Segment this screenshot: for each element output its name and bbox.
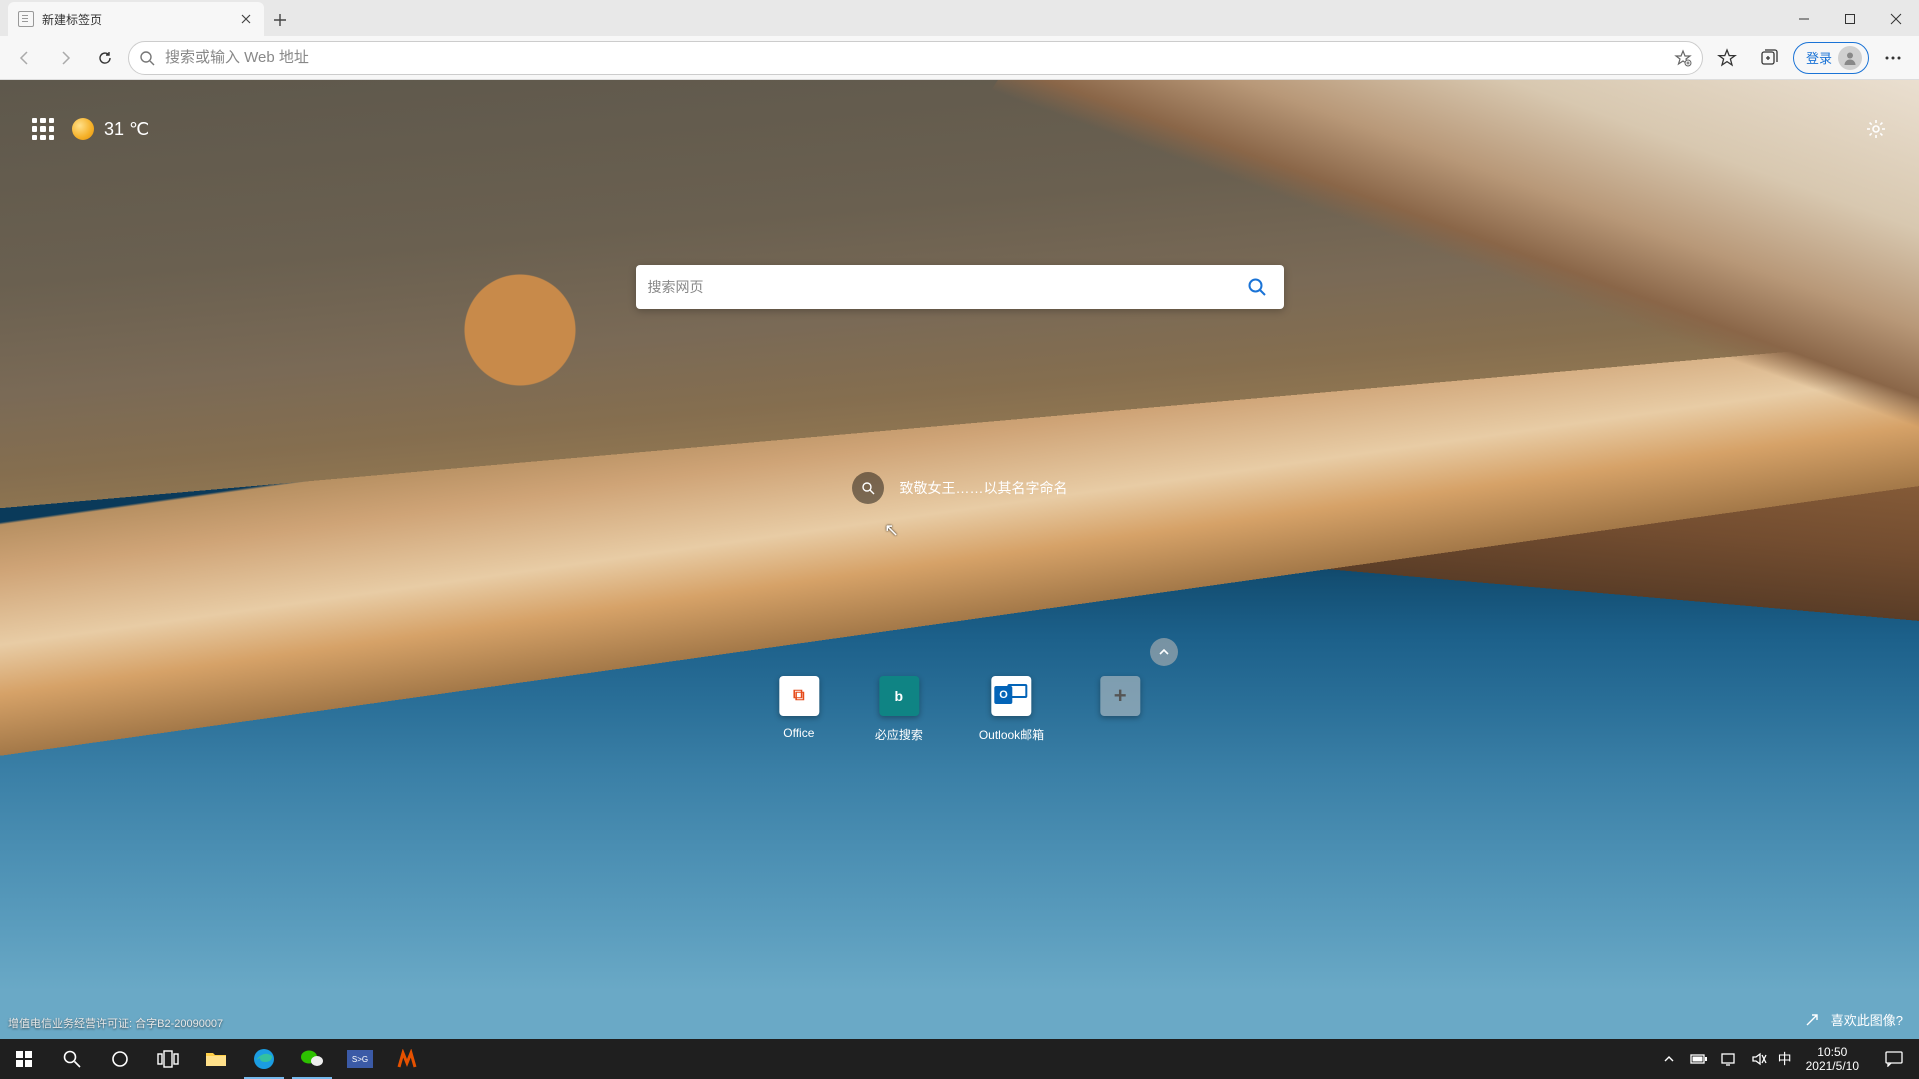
tile-label: Outlook邮箱 — [979, 726, 1044, 743]
new-tab-button[interactable] — [264, 4, 296, 36]
window-maximize-button[interactable] — [1827, 2, 1873, 36]
expand-icon — [1805, 1013, 1819, 1027]
window-minimize-button[interactable] — [1781, 2, 1827, 36]
windows-taskbar: S>G 中 10:50 2021/5/10 — [0, 1039, 1919, 1079]
nav-forward-button[interactable] — [48, 41, 82, 75]
app-launcher-button[interactable] — [32, 118, 54, 140]
tile-label — [1119, 726, 1122, 740]
like-image-label: 喜欢此图像? — [1831, 1010, 1903, 1029]
plus-icon: + — [1100, 676, 1140, 716]
window-close-button[interactable] — [1873, 2, 1919, 36]
add-favorite-icon[interactable] — [1674, 49, 1692, 67]
taskbar-app-wechat[interactable] — [288, 1039, 336, 1079]
avatar-icon — [1838, 46, 1862, 70]
search-icon — [139, 50, 155, 66]
license-text: 增值电信业务经营许可证: 合字B2-20090007 — [8, 1015, 223, 1031]
ntp-search-box[interactable] — [636, 265, 1284, 309]
tile-add[interactable]: + — [1100, 676, 1140, 743]
browser-tab[interactable]: 新建标签页 — [8, 2, 264, 36]
tab-title: 新建标签页 — [42, 11, 230, 28]
more-menu-button[interactable] — [1875, 40, 1911, 76]
favorites-button[interactable] — [1709, 40, 1745, 76]
taskbar-app-snip[interactable]: S>G — [336, 1039, 384, 1079]
ntp-search-submit-icon[interactable] — [1242, 272, 1272, 302]
sign-in-button[interactable]: 登录 — [1793, 42, 1869, 74]
taskbar-search-button[interactable] — [48, 1039, 96, 1079]
taskbar-app-file-explorer[interactable] — [192, 1039, 240, 1079]
weather-temperature: 31 ℃ — [104, 119, 149, 140]
battery-icon[interactable] — [1688, 1053, 1710, 1065]
quick-links: ⧉ Office b 必应搜索 O Outlook邮箱 + — [779, 676, 1140, 743]
page-settings-button[interactable] — [1865, 118, 1887, 140]
task-view-button[interactable] — [144, 1039, 192, 1079]
cortana-button[interactable] — [96, 1039, 144, 1079]
browser-toolbar: 登录 — [0, 36, 1919, 80]
address-input[interactable] — [165, 49, 1664, 66]
clock-date: 2021/5/10 — [1806, 1059, 1859, 1073]
taskbar-app-edge[interactable] — [240, 1039, 288, 1079]
collapse-tiles-button[interactable] — [1150, 638, 1178, 666]
network-icon[interactable] — [1718, 1052, 1740, 1066]
ime-indicator[interactable]: 中 — [1778, 1049, 1792, 1069]
start-button[interactable] — [0, 1039, 48, 1079]
tab-favicon — [18, 11, 34, 27]
system-tray: 中 10:50 2021/5/10 — [1658, 1039, 1919, 1079]
weather-widget[interactable]: 31 ℃ — [72, 118, 149, 140]
tab-close-button[interactable] — [238, 11, 254, 27]
clock-time: 10:50 — [1806, 1045, 1859, 1059]
tile-label: 必应搜索 — [875, 726, 923, 743]
tile-outlook[interactable]: O Outlook邮箱 — [979, 676, 1044, 743]
tile-office[interactable]: ⧉ Office — [779, 676, 819, 743]
new-tab-page: 31 ℃ 致敬女王……以其名字命名 ↖ ⧉ Office b 必应搜索 — [0, 80, 1919, 1039]
bing-icon: b — [879, 676, 919, 716]
ntp-search-input[interactable] — [648, 279, 1242, 295]
nav-refresh-button[interactable] — [88, 41, 122, 75]
taskbar-app-wps[interactable] — [384, 1039, 432, 1079]
image-caption-text: 致敬女王……以其名字命名 — [900, 478, 1068, 498]
sign-in-label: 登录 — [1806, 48, 1832, 67]
action-center-button[interactable] — [1873, 1039, 1915, 1079]
address-bar[interactable] — [128, 41, 1703, 75]
office-icon: ⧉ — [779, 676, 819, 716]
taskbar-clock[interactable]: 10:50 2021/5/10 — [1800, 1045, 1865, 1074]
tile-label: Office — [783, 726, 814, 740]
like-image-link[interactable]: 喜欢此图像? — [1805, 1010, 1903, 1029]
weather-sun-icon — [72, 118, 94, 140]
tray-overflow-button[interactable] — [1658, 1054, 1680, 1064]
outlook-icon: O — [992, 676, 1032, 716]
volume-icon[interactable] — [1748, 1052, 1770, 1066]
collections-button[interactable] — [1751, 40, 1787, 76]
nav-back-button[interactable] — [8, 41, 42, 75]
titlebar: 新建标签页 — [0, 0, 1919, 36]
search-icon — [852, 472, 884, 504]
image-caption-link[interactable]: 致敬女王……以其名字命名 — [852, 472, 1068, 504]
tile-bing[interactable]: b 必应搜索 — [875, 676, 923, 743]
svg-text:S>G: S>G — [352, 1055, 368, 1064]
background-image — [0, 80, 1919, 1039]
